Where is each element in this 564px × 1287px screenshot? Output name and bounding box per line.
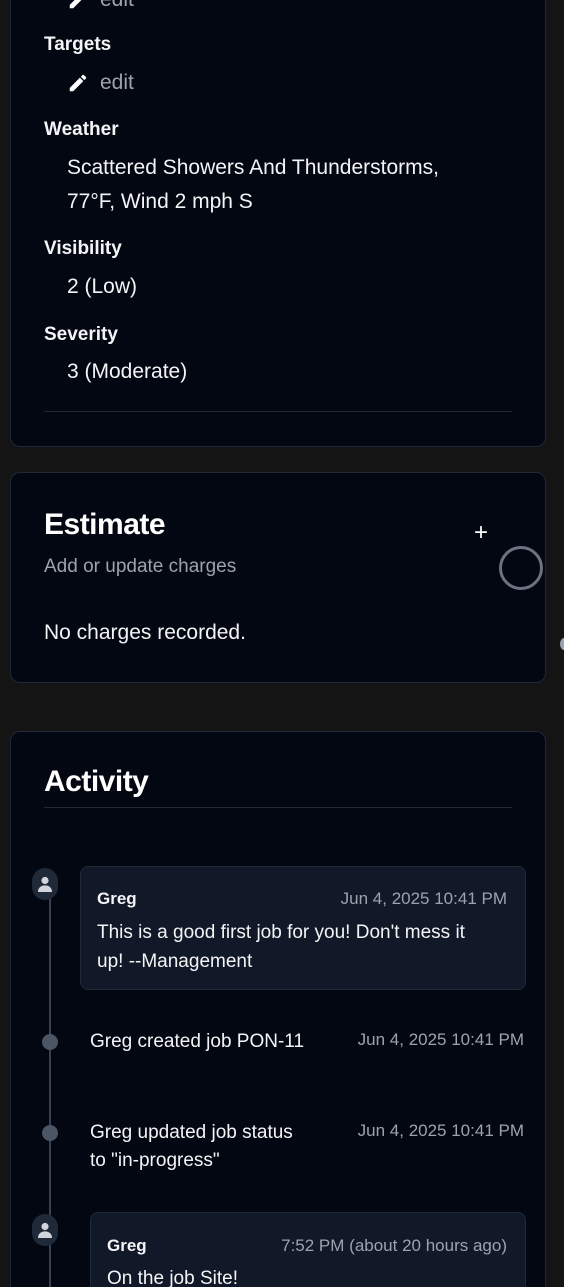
weather-label: Weather <box>44 119 119 140</box>
comment-timestamp: Jun 4, 2025 10:41 PM <box>340 889 507 908</box>
edit-label: edit <box>100 71 134 94</box>
comment-timestamp: 7:52 PM (about 20 hours ago) <box>281 1236 507 1255</box>
comment-body-line1: This is a good first job for you! Don't … <box>97 922 465 943</box>
comment-author: Greg <box>97 889 137 908</box>
event-text-line2: to "in-progress" <box>90 1150 220 1171</box>
targets-edit-link[interactable]: edit <box>67 71 134 95</box>
loading-spinner <box>499 546 543 590</box>
event-text: Greg created job PON-11 <box>90 1031 305 1052</box>
add-charge-button[interactable]: + <box>470 519 492 546</box>
no-charges-text: No charges recorded. <box>44 621 246 644</box>
activity-comment: Greg Jun 4, 2025 10:41 PM This is a good… <box>80 866 526 990</box>
weather-value-line2: 77°F, Wind 2 mph S <box>67 190 253 213</box>
pencil-icon <box>69 0 82 9</box>
visibility-label: Visibility <box>44 238 122 259</box>
activity-comment: Greg 7:52 PM (about 20 hours ago) On the… <box>90 1212 526 1287</box>
details-divider <box>44 411 512 412</box>
comment-author: Greg <box>107 1236 147 1255</box>
severity-value: 3 (Moderate) <box>67 360 188 383</box>
job-detail-page: edit Targets edit Weather Scattered Show… <box>0 0 564 1287</box>
activity-title: Activity <box>44 765 149 798</box>
event-text-line1: Greg updated job status <box>90 1122 293 1143</box>
timeline-dot <box>42 1125 58 1141</box>
user-icon <box>32 868 58 900</box>
top-edit-link[interactable]: edit <box>67 0 134 12</box>
timeline-dot <box>42 1034 58 1050</box>
comment-body-line2: up! --Management <box>97 951 253 972</box>
estimate-title: Estimate <box>44 508 166 541</box>
activity-card <box>10 731 546 1287</box>
estimate-subtitle: Add or update charges <box>44 556 237 577</box>
plus-icon: + <box>473 519 488 546</box>
event-timestamp: Jun 4, 2025 10:41 PM <box>357 1121 524 1140</box>
comment-body-line1: On the job Site! <box>107 1268 238 1287</box>
edit-label: edit <box>100 0 134 12</box>
targets-label: Targets <box>44 34 112 55</box>
severity-label: Severity <box>44 324 118 345</box>
activity-divider <box>44 807 512 808</box>
visibility-value: 2 (Low) <box>67 275 138 298</box>
weather-value-line1: Scattered Showers And Thunderstorms, <box>67 156 439 179</box>
pencil-icon <box>69 74 87 92</box>
edge-handle <box>560 638 564 650</box>
user-icon <box>32 1214 58 1246</box>
event-timestamp: Jun 4, 2025 10:41 PM <box>357 1030 524 1049</box>
